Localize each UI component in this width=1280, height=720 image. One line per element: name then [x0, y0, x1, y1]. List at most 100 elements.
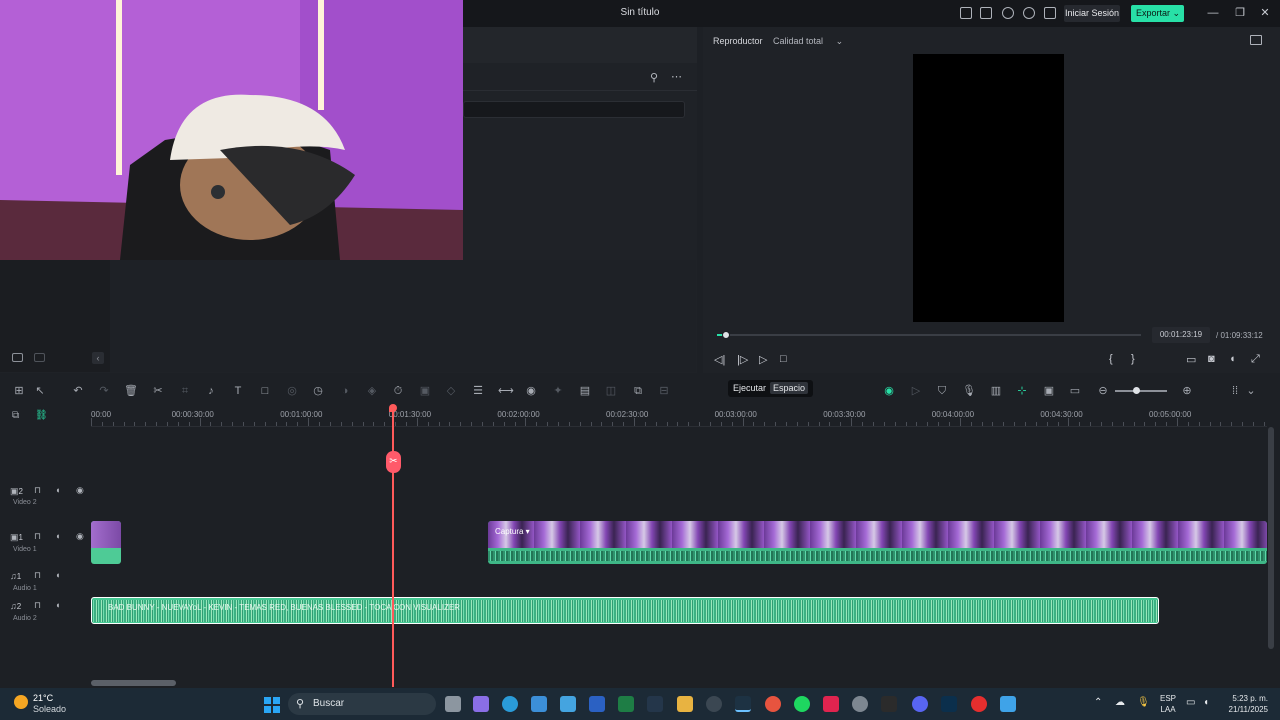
detach-icon[interactable]: ⊟	[657, 384, 671, 398]
undo-icon[interactable]: ↶	[71, 384, 85, 398]
onedrive-icon[interactable]: ☁	[1115, 697, 1125, 708]
file-explorer-icon[interactable]	[677, 696, 693, 712]
timeline-vertical-scrollbar[interactable]	[1268, 427, 1274, 649]
speed-icon[interactable]: ◷	[311, 384, 325, 398]
eye-icon[interactable]: ◉	[76, 485, 84, 496]
video-clip[interactable]: Captura ▾	[488, 521, 1267, 564]
filter-icon[interactable]: ⚲	[650, 71, 658, 84]
collapse-panel-icon[interactable]: ‹	[92, 352, 104, 364]
mask-icon[interactable]: ◎	[285, 384, 299, 398]
mute-icon[interactable]: ◖	[55, 600, 60, 610]
play-icon[interactable]: ▷	[759, 353, 767, 366]
support-icon[interactable]	[1023, 7, 1035, 19]
volume-icon[interactable]: ◖	[1203, 697, 1209, 708]
spotify-icon[interactable]	[794, 696, 810, 712]
photoshop-icon[interactable]	[941, 696, 957, 712]
chrome-icon[interactable]	[765, 696, 781, 712]
next-frame-icon[interactable]: |▷	[737, 353, 748, 366]
copilot-icon[interactable]	[473, 696, 489, 712]
effect-icon[interactable]: ✦	[551, 384, 565, 398]
audio-icon[interactable]: ♪	[204, 384, 218, 398]
microphone-icon[interactable]: 🎙	[1137, 697, 1150, 708]
layout-icon[interactable]	[960, 7, 972, 19]
new-folder-icon[interactable]	[12, 353, 23, 362]
save-icon[interactable]	[980, 7, 992, 19]
task-view-icon[interactable]	[445, 696, 461, 712]
audio-clip[interactable]: BAD BUNNY - NUEVAYoL - KEVIN - TEMAS RED…	[91, 597, 1159, 624]
camera-icon[interactable]: ◙	[1208, 353, 1215, 365]
render-preview-icon[interactable]: ◉	[882, 384, 896, 398]
edge-icon[interactable]	[502, 696, 518, 712]
delete-icon[interactable]: 🗑	[124, 384, 138, 398]
redo-icon[interactable]: ↷	[97, 384, 111, 398]
close-button[interactable]: ✕	[1256, 6, 1274, 20]
keyframe-icon[interactable]: ◇	[444, 384, 458, 398]
word-icon[interactable]	[589, 696, 605, 712]
timer-icon[interactable]: ⏱	[391, 384, 405, 398]
subtitle-icon[interactable]: ▭	[1068, 384, 1082, 398]
tiktok-icon[interactable]	[823, 696, 839, 712]
eye-icon[interactable]: ◉	[76, 531, 84, 542]
crop-icon[interactable]: ⌗	[178, 384, 192, 398]
color-icon[interactable]: ◑	[338, 384, 352, 398]
link-icon[interactable]: ⛓	[35, 410, 48, 421]
fit-icon[interactable]: ⟷	[498, 384, 514, 398]
shape-icon[interactable]: □	[258, 384, 272, 398]
clock[interactable]: 5:23 p. m. 21/11/2025	[1220, 693, 1268, 715]
zoom-out-icon[interactable]: ⊖	[1096, 384, 1110, 398]
lock-icon[interactable]: ⊓	[34, 485, 41, 496]
more-options-icon[interactable]: ⋯	[671, 70, 682, 83]
adjust-icon[interactable]: ☰	[471, 384, 485, 398]
quality-dropdown[interactable]: Calidad total ⌄	[773, 36, 843, 47]
fullscreen-icon[interactable]: ⤢	[1251, 353, 1260, 366]
display-icon[interactable]: ▭	[1186, 697, 1195, 708]
login-button[interactable]: Iniciar Sesión	[1064, 5, 1120, 22]
chevron-down-icon[interactable]: ⌄	[1244, 384, 1258, 398]
marker-icon[interactable]: ⛉	[935, 384, 949, 398]
cloud-icon[interactable]	[1002, 7, 1014, 19]
playhead[interactable]	[392, 406, 394, 687]
store-icon[interactable]	[531, 696, 547, 712]
record-icon[interactable]	[971, 696, 987, 712]
split-icon[interactable]: ✂	[151, 384, 165, 398]
mute-icon[interactable]: ◖	[55, 531, 60, 541]
taskbar-search[interactable]	[288, 693, 436, 715]
zoom-slider[interactable]	[1115, 390, 1167, 392]
volume-icon[interactable]: ◖	[1229, 353, 1236, 365]
timeline-horizontal-scrollbar[interactable]	[91, 680, 176, 686]
mail-icon[interactable]	[560, 696, 576, 712]
display-icon[interactable]: ▭	[1186, 353, 1196, 366]
mark-out-icon[interactable]: }	[1131, 353, 1135, 365]
lock-icon[interactable]: ⊓	[34, 531, 41, 542]
minimize-button[interactable]: —	[1204, 6, 1222, 20]
lock-icon[interactable]: ⊓	[34, 570, 41, 581]
pip-icon[interactable]: ▣	[1042, 384, 1056, 398]
mute-icon[interactable]: ◖	[55, 485, 60, 495]
mark-in-icon[interactable]: {	[1109, 353, 1113, 365]
ai-tool-icon[interactable]: ◉	[524, 384, 538, 398]
video-clip-short[interactable]	[91, 521, 121, 564]
epic-games-icon[interactable]	[881, 696, 897, 712]
add-track-icon[interactable]: ⧉	[12, 410, 19, 421]
play-preview-icon[interactable]: ▷	[909, 384, 923, 398]
lock-icon[interactable]: ⊓	[34, 600, 41, 611]
export-button[interactable]: Exportar ⌄	[1131, 5, 1184, 22]
select-tool-icon[interactable]: ↖	[33, 384, 47, 398]
stop-icon[interactable]: □	[780, 353, 787, 365]
chevron-up-icon[interactable]: ⌃	[1094, 697, 1102, 708]
microphone-icon[interactable]: 🎙	[962, 384, 976, 398]
previous-frame-icon[interactable]: ◁|	[714, 353, 725, 366]
excel-icon[interactable]	[618, 696, 634, 712]
snapshot-icon[interactable]	[1250, 35, 1262, 45]
mute-icon[interactable]: ◖	[55, 570, 60, 580]
zoom-in-icon[interactable]: ⊕	[1180, 384, 1194, 398]
discord-icon[interactable]	[912, 696, 928, 712]
scissors-icon[interactable]: ✂	[386, 451, 401, 473]
settings-icon[interactable]	[852, 696, 868, 712]
replace-icon[interactable]: ⧉	[631, 384, 645, 398]
app-icon[interactable]	[706, 696, 722, 712]
steam-icon[interactable]	[647, 696, 663, 712]
group-icon[interactable]: ◫	[604, 384, 618, 398]
maximize-button[interactable]: ❐	[1231, 6, 1249, 20]
playhead-handle[interactable]	[389, 404, 397, 412]
